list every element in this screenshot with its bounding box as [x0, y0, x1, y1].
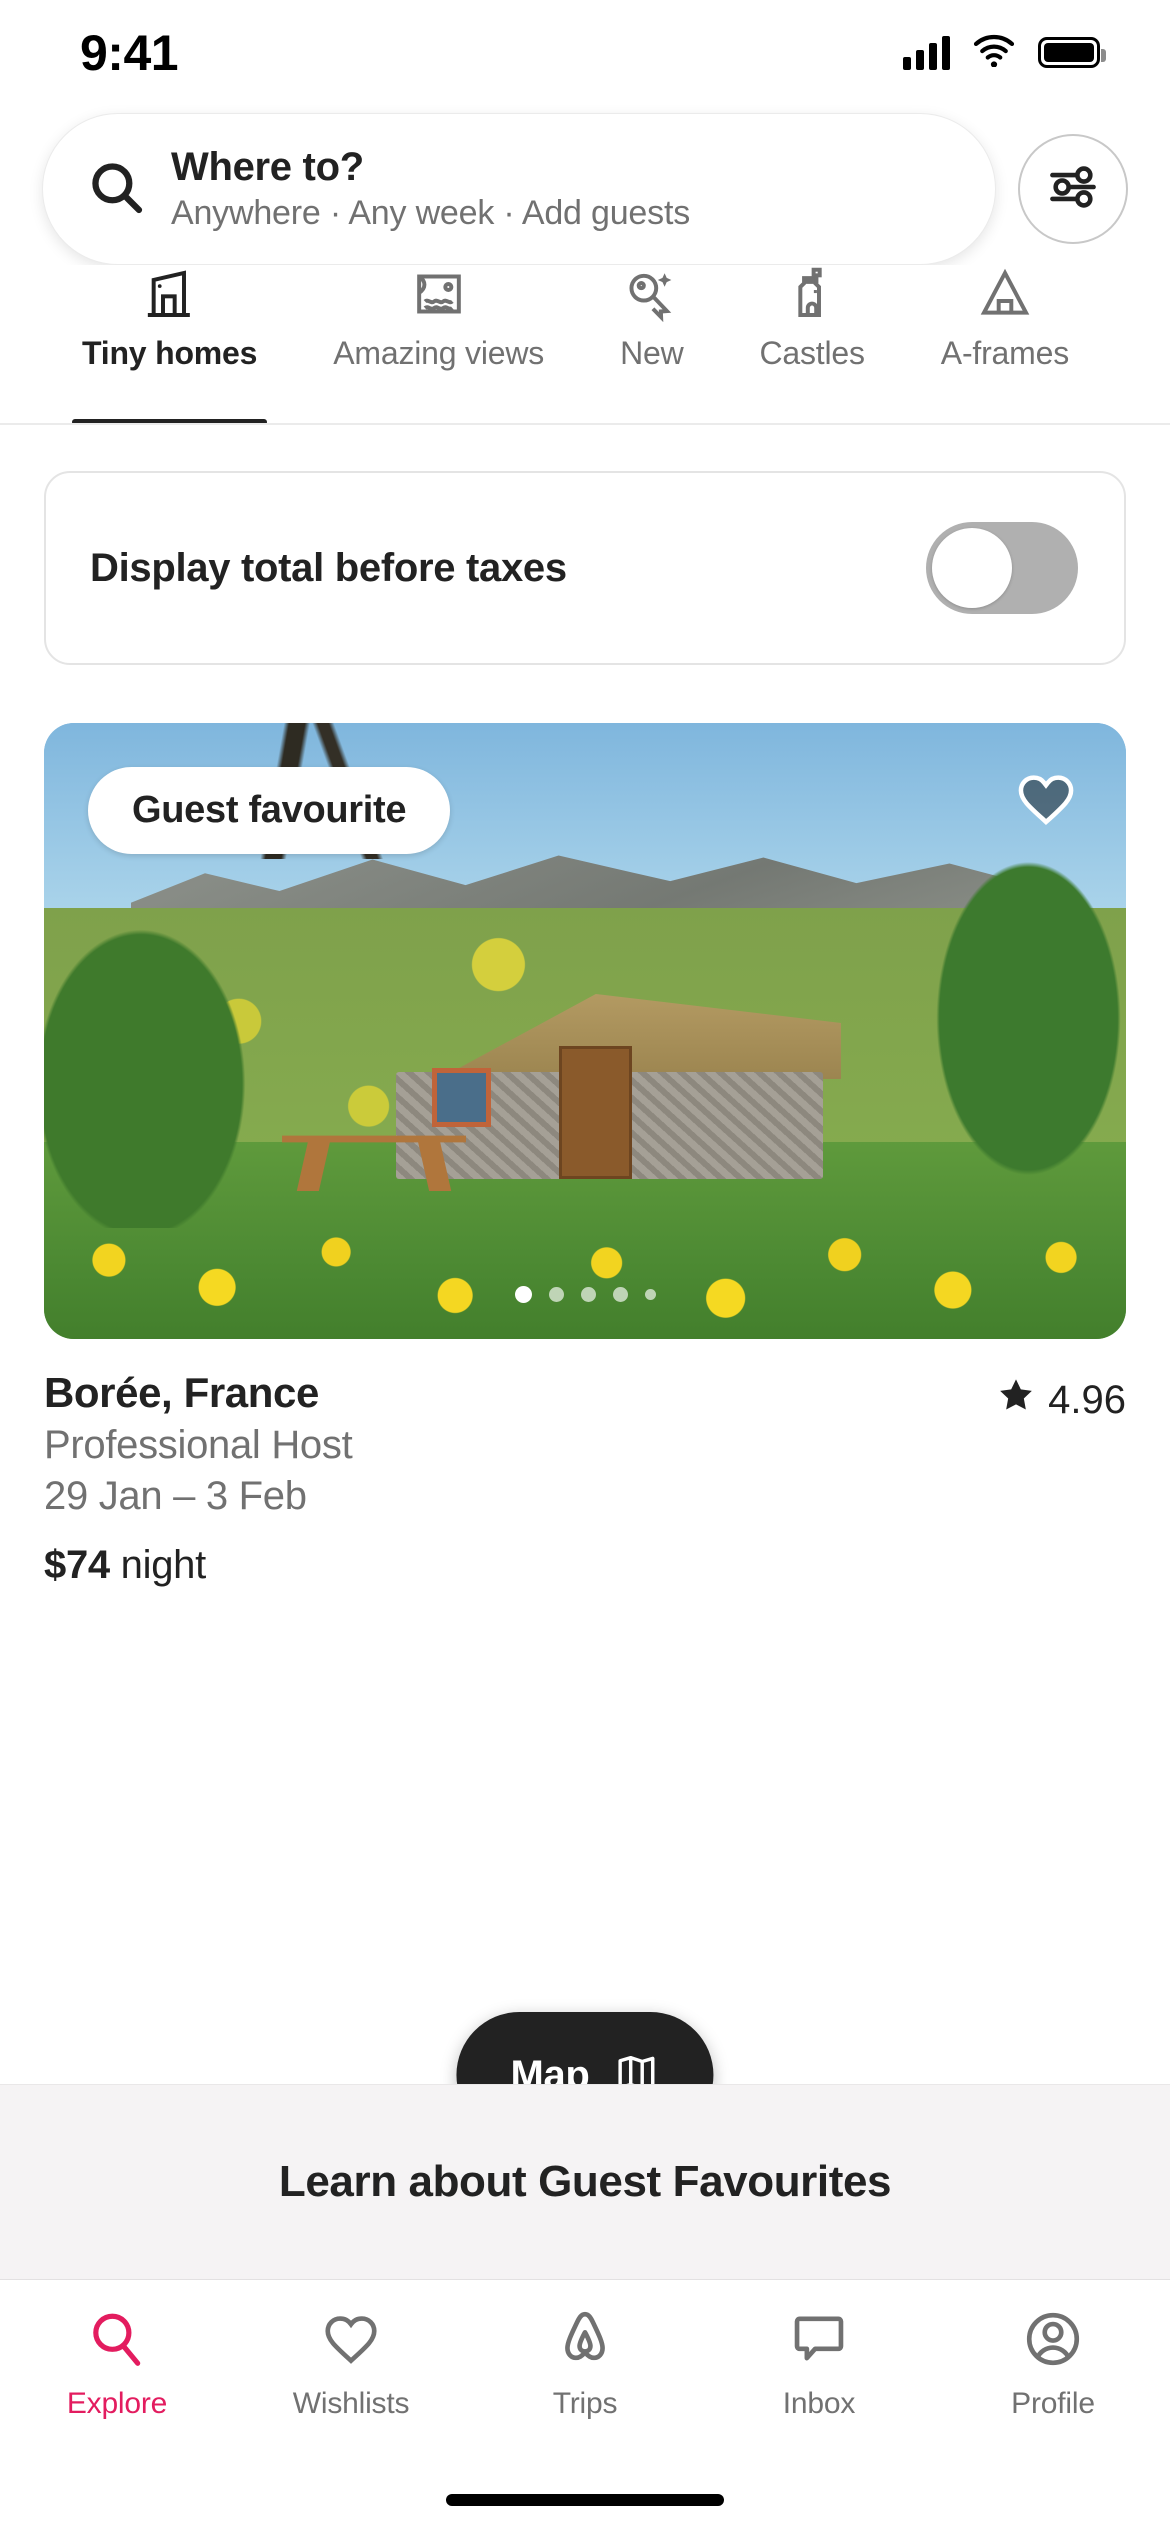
search-texts: Where to? Anywhere · Any week · Add gues…: [171, 146, 690, 233]
nav-label: Explore: [66, 2387, 168, 2420]
tax-toggle-label: Display total before taxes: [90, 545, 567, 590]
status-time: 9:41: [80, 24, 179, 81]
photo-carousel-dots[interactable]: [44, 1286, 1126, 1303]
nav-item-wishlists[interactable]: Wishlists: [234, 2308, 468, 2421]
nav-item-trips[interactable]: Trips: [468, 2308, 702, 2421]
tab-tiny-homes[interactable]: Tiny homes: [44, 265, 295, 423]
search-title: Where to?: [171, 145, 364, 189]
amazing-views-icon: [411, 265, 467, 325]
a-frame-icon: [977, 265, 1033, 325]
listing-price-amount: $74: [44, 1543, 110, 1587]
tiny-home-icon: [142, 265, 198, 325]
nav-item-explore[interactable]: Explore: [0, 2308, 234, 2421]
wifi-icon: [972, 33, 1016, 72]
listing-meta: Borée, France Professional Host 29 Jan –…: [44, 1369, 1126, 1588]
signal-bars-icon: [903, 35, 950, 70]
tab-label: Tiny homes: [82, 335, 258, 371]
castle-icon: [784, 265, 840, 325]
photo-tree-right: [920, 833, 1126, 1204]
search-icon: [87, 158, 145, 221]
heart-icon[interactable]: [1014, 767, 1078, 836]
rating-value: 4.96: [1048, 1377, 1126, 1422]
listing-title: Borée, France: [44, 1369, 319, 1416]
nav-item-profile[interactable]: Profile: [936, 2308, 1170, 2421]
listing-price-unit: night: [109, 1543, 207, 1587]
nav-label: Wishlists: [292, 2387, 410, 2420]
nav-label: Trips: [552, 2387, 618, 2420]
listing-meta-left: Borée, France Professional Host 29 Jan –…: [44, 1369, 353, 1588]
listing-card[interactable]: Guest favourite Borée, France Profession…: [44, 723, 1126, 1588]
status-icons: [903, 33, 1106, 72]
content-area: Display total before taxes Guest favouri…: [0, 471, 1170, 1588]
tab-label: New: [620, 335, 684, 371]
listing-photo[interactable]: Guest favourite: [44, 723, 1126, 1339]
tab-castles[interactable]: Castles: [721, 265, 902, 423]
banner-text: Learn about Guest Favourites: [278, 2157, 892, 2206]
home-indicator: [446, 2494, 724, 2506]
photo-tree-left: [44, 907, 261, 1229]
search-row: Where to? Anywhere · Any week · Add gues…: [0, 113, 1170, 265]
star-icon: [996, 1375, 1036, 1425]
tab-new[interactable]: New: [582, 265, 721, 423]
user-circle-icon: [1022, 2308, 1084, 2375]
nav-label: Inbox: [782, 2387, 856, 2420]
search-subtitle: Anywhere · Any week · Add guests: [171, 193, 690, 232]
listing-rating: 4.96: [996, 1369, 1126, 1425]
filter-sliders-icon: [1047, 161, 1099, 218]
toggle-knob: [932, 528, 1012, 608]
listing-price: $74 night: [44, 1543, 352, 1588]
status-bar: 9:41: [0, 0, 1170, 105]
listing-dates: 29 Jan – 3 Feb: [44, 1474, 307, 1518]
tax-toggle-switch[interactable]: [926, 522, 1078, 614]
tab-label: A-frames: [940, 335, 1069, 371]
message-icon: [788, 2308, 850, 2375]
display-total-before-taxes-row[interactable]: Display total before taxes: [44, 471, 1126, 665]
airbnb-belo-icon: [554, 2308, 616, 2375]
guest-favourites-banner[interactable]: Learn about Guest Favourites: [0, 2084, 1170, 2280]
battery-full-icon: [1038, 37, 1106, 68]
photo-dandelions: [44, 1203, 1126, 1339]
heart-icon: [320, 2308, 382, 2375]
header: Where to? Anywhere · Any week · Add gues…: [0, 105, 1170, 425]
tab-a-frames[interactable]: A-frames: [903, 265, 1107, 423]
guest-favourite-badge: Guest favourite: [88, 767, 451, 854]
search-icon: [86, 2308, 148, 2375]
tab-label: Castles: [759, 335, 865, 371]
tab-label: Amazing views: [333, 335, 545, 371]
search-input[interactable]: Where to? Anywhere · Any week · Add gues…: [42, 113, 996, 265]
listing-host: Professional Host: [44, 1423, 353, 1467]
category-tabs[interactable]: Tiny homes Amazing views New Castles A-f…: [0, 265, 1170, 425]
nav-label: Profile: [1011, 2387, 1095, 2420]
filter-button[interactable]: [1018, 134, 1128, 244]
new-key-icon: [624, 265, 680, 325]
tab-amazing-views[interactable]: Amazing views: [295, 265, 582, 423]
nav-item-inbox[interactable]: Inbox: [702, 2308, 936, 2421]
